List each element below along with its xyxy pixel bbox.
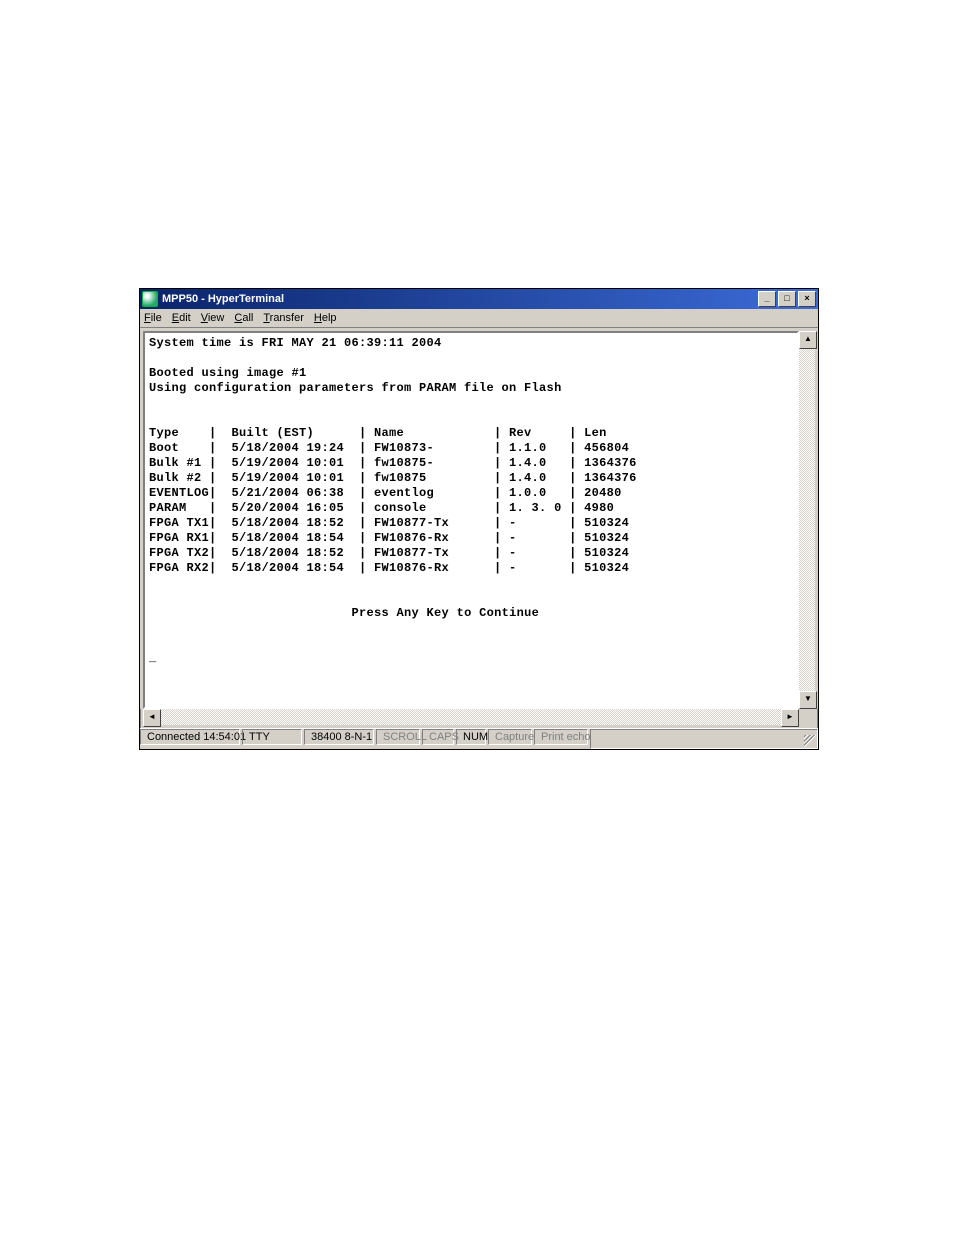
- line-systime: System time is FRI MAY 21 06:39:11 2004: [149, 336, 442, 350]
- table-row: Bulk #1 | 5/19/2004 10:01 | fw10875- | 1…: [149, 456, 637, 470]
- scroll-corner: [799, 709, 815, 725]
- window-title: MPP50 - HyperTerminal: [162, 293, 284, 305]
- menu-view[interactable]: View: [201, 312, 225, 324]
- cursor: _: [149, 651, 157, 665]
- minimize-button[interactable]: _: [758, 291, 776, 307]
- line-using-cfg: Using configuration parameters from PARA…: [149, 381, 562, 395]
- status-capture: Capture: [488, 729, 532, 745]
- line-booted: Booted using image #1: [149, 366, 307, 380]
- table-row: Bulk #2 | 5/19/2004 10:01 | fw10875 | 1.…: [149, 471, 637, 485]
- resize-grip-icon[interactable]: [804, 735, 816, 747]
- terminal-area[interactable]: System time is FRI MAY 21 06:39:11 2004 …: [143, 331, 799, 709]
- maximize-button[interactable]: □: [778, 291, 796, 307]
- press-any-key: Press Any Key to Continue: [352, 606, 540, 620]
- status-baud: 38400 8-N-1: [304, 729, 374, 745]
- status-caps: CAPS: [422, 729, 454, 745]
- table-row: FPGA TX1| 5/18/2004 18:52 | FW10877-Tx |…: [149, 516, 629, 530]
- title-bar[interactable]: MPP50 - HyperTerminal _ □ ×: [140, 289, 818, 309]
- status-connected: Connected 14:54:01: [140, 729, 240, 745]
- scroll-left-button[interactable]: ◄: [143, 709, 161, 727]
- vertical-scrollbar[interactable]: ▲ ▼: [799, 331, 815, 709]
- horizontal-scrollbar[interactable]: ◄ ►: [143, 709, 799, 725]
- table-row: FPGA RX1| 5/18/2004 18:54 | FW10876-Rx |…: [149, 531, 629, 545]
- table-row: EVENTLOG| 5/21/2004 06:38 | eventlog | 1…: [149, 486, 622, 500]
- scroll-up-button[interactable]: ▲: [799, 331, 817, 349]
- menu-file[interactable]: File: [144, 312, 162, 324]
- status-tty: TTY: [242, 729, 302, 745]
- menu-transfer[interactable]: Transfer: [263, 312, 304, 324]
- table-row: FPGA TX2| 5/18/2004 18:52 | FW10877-Tx |…: [149, 546, 629, 560]
- scroll-down-button[interactable]: ▼: [799, 691, 817, 709]
- scroll-right-button[interactable]: ►: [781, 709, 799, 727]
- menu-call[interactable]: Call: [234, 312, 253, 324]
- table-header: Type | Built (EST) | Name | Rev | Len: [149, 426, 607, 440]
- hyperterminal-window: MPP50 - HyperTerminal _ □ × File Edit Vi…: [139, 288, 819, 750]
- menu-bar: File Edit View Call Transfer Help: [140, 309, 818, 328]
- table-row: FPGA RX2| 5/18/2004 18:54 | FW10876-Rx |…: [149, 561, 629, 575]
- menu-edit[interactable]: Edit: [172, 312, 191, 324]
- close-button[interactable]: ×: [798, 291, 816, 307]
- status-bar: Connected 14:54:01 TTY 38400 8-N-1 SCROL…: [140, 728, 818, 749]
- table-row: PARAM | 5/20/2004 16:05 | console | 1. 3…: [149, 501, 614, 515]
- scroll-track-h[interactable]: [161, 709, 781, 725]
- table-row: Boot | 5/18/2004 19:24 | FW10873- | 1.1.…: [149, 441, 629, 455]
- status-scroll: SCROLL: [376, 729, 420, 745]
- app-icon: [142, 291, 158, 307]
- menu-help[interactable]: Help: [314, 312, 337, 324]
- status-printecho: Print echo: [534, 729, 588, 745]
- scroll-track-v[interactable]: [799, 349, 815, 691]
- status-spacer: [590, 729, 818, 749]
- terminal-output: System time is FRI MAY 21 06:39:11 2004 …: [145, 333, 797, 669]
- status-num: NUM: [456, 729, 486, 745]
